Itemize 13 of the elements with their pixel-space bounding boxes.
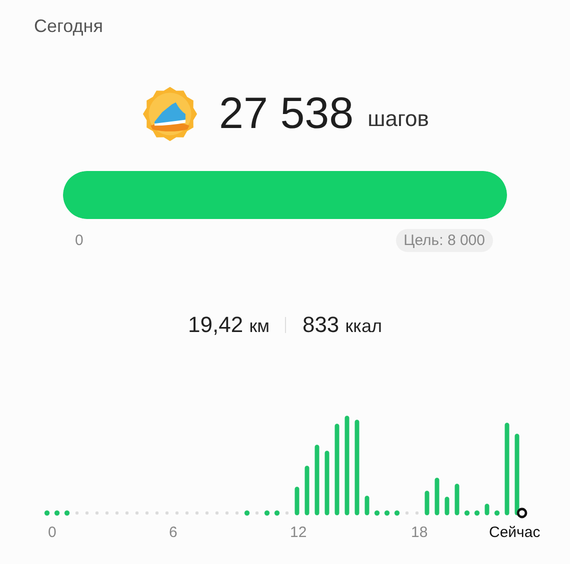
stat-value: 19,42 км — [188, 312, 270, 338]
section-title: Сегодня — [34, 16, 104, 37]
axis-label: 6 — [169, 524, 178, 541]
step-unit: шагов — [368, 106, 429, 132]
axis-label: 0 — [48, 524, 56, 541]
sneaker-badge-icon — [141, 84, 200, 144]
now-label: Сейчас — [489, 524, 540, 541]
stat-value: 833 ккал — [302, 312, 382, 338]
goal-pill: Цель: 8 000 — [396, 229, 493, 252]
axis-label: 12 — [290, 524, 307, 541]
progress-min-label: 0 — [75, 232, 84, 249]
step-count: 27 538 — [219, 89, 354, 139]
axis-label: 18 — [411, 524, 428, 541]
